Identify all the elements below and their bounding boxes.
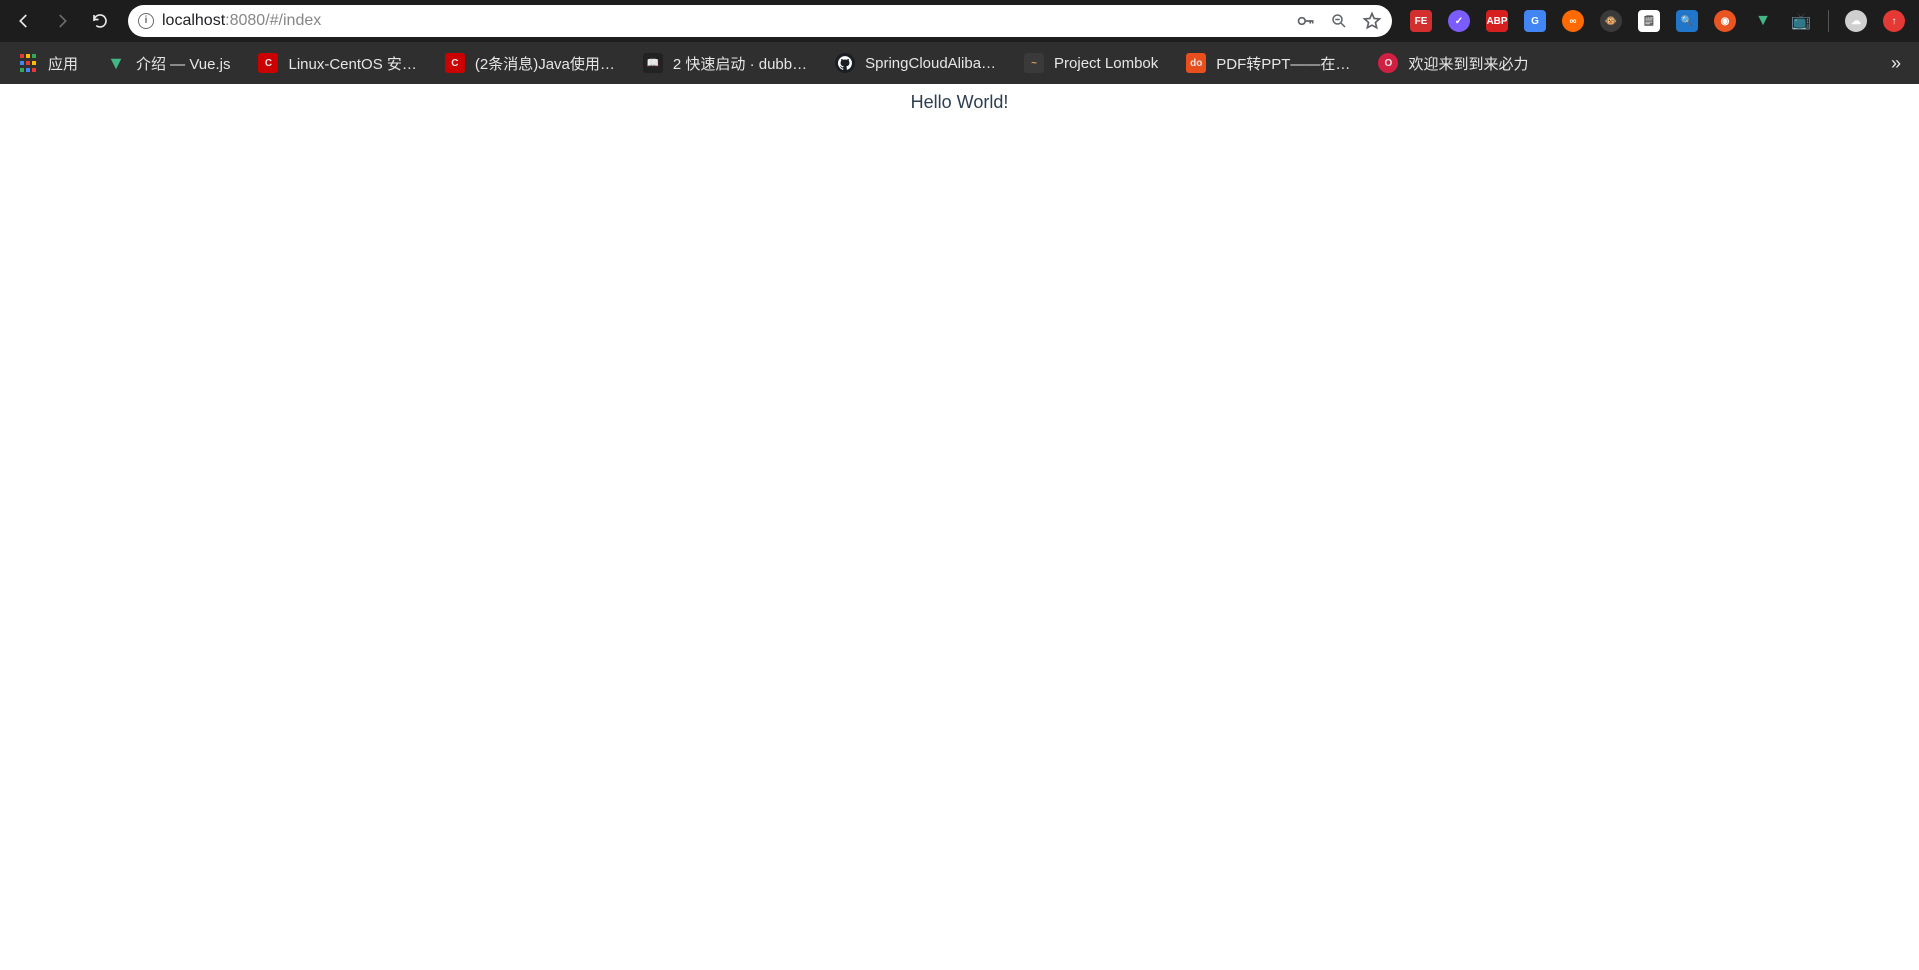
zoom-icon[interactable]: [1330, 12, 1348, 30]
bookmark-spring-alibaba[interactable]: SpringCloudAliba…: [835, 53, 996, 73]
ext-up-icon[interactable]: ↑: [1883, 10, 1905, 32]
bookmark-pdf[interactable]: do PDF转PPT——在…: [1186, 53, 1350, 74]
bookmark-apps[interactable]: 应用: [18, 53, 78, 74]
bookmark-label: 应用: [48, 53, 78, 74]
page-content: Hello World!: [0, 84, 1919, 113]
bookmark-vue[interactable]: ▼ 介绍 — Vue.js: [106, 53, 230, 74]
ext-ce-icon[interactable]: 🔍: [1676, 10, 1698, 32]
ext-abp-icon[interactable]: ABP: [1486, 10, 1508, 32]
bookmark-linux[interactable]: C Linux-CentOS 安…: [258, 53, 416, 74]
csdn-icon: C: [445, 53, 465, 73]
bookmark-label: Project Lombok: [1054, 55, 1158, 72]
browser-nav-bar: i localhost:8080/#/index FE ✓ ABP G ∞ 🐵 …: [0, 0, 1919, 42]
bookmark-label: PDF转PPT——在…: [1216, 53, 1350, 74]
apps-icon: [18, 53, 38, 73]
bookmark-label: 欢迎来到到来必力: [1408, 53, 1528, 74]
reload-button[interactable]: [84, 5, 116, 37]
ext-vue-icon[interactable]: ▼: [1752, 10, 1774, 32]
bookmark-label: 介绍 — Vue.js: [136, 53, 230, 74]
book-icon: 📖: [643, 53, 663, 73]
star-icon[interactable]: [1362, 11, 1382, 31]
site-info-icon[interactable]: i: [138, 13, 154, 29]
ext-ubuntu-icon[interactable]: ◉: [1714, 10, 1736, 32]
hello-world-text: Hello World!: [911, 92, 1009, 113]
address-bar[interactable]: i localhost:8080/#/index: [128, 5, 1392, 37]
github-icon: [835, 53, 855, 73]
ext-separator: [1828, 10, 1829, 32]
do-icon: do: [1186, 53, 1206, 73]
ext-monkey-icon[interactable]: 🐵: [1600, 10, 1622, 32]
csdn-icon: C: [258, 53, 278, 73]
forward-button[interactable]: [46, 5, 78, 37]
bookmark-dubbo[interactable]: 📖 2 快速启动 · dubb…: [643, 53, 807, 74]
ext-infinity-icon[interactable]: ∞: [1562, 10, 1584, 32]
profile-avatar[interactable]: ☁: [1845, 10, 1867, 32]
bookmark-bili[interactable]: O 欢迎来到到来必力: [1378, 53, 1528, 74]
bookmark-label: SpringCloudAliba…: [865, 55, 996, 72]
ext-fe-icon[interactable]: FE: [1410, 10, 1432, 32]
key-icon[interactable]: [1296, 11, 1316, 31]
url-text: localhost:8080/#/index: [162, 12, 1288, 30]
bookmark-label: 2 快速启动 · dubb…: [673, 53, 807, 74]
back-button[interactable]: [8, 5, 40, 37]
bookmark-java[interactable]: C (2条消息)Java使用…: [445, 53, 615, 74]
ext-paper-icon[interactable]: 🗒: [1638, 10, 1660, 32]
omnibox-actions: [1296, 11, 1382, 31]
bookmark-label: (2条消息)Java使用…: [475, 53, 615, 74]
extensions-strip: FE ✓ ABP G ∞ 🐵 🗒 🔍 ◉ ▼ 📺 ☁ ↑: [1404, 10, 1911, 32]
opera-icon: O: [1378, 53, 1398, 73]
ext-tv-icon[interactable]: 📺: [1790, 10, 1812, 32]
bookmark-label: Linux-CentOS 安…: [288, 53, 416, 74]
vue-icon: ▼: [106, 53, 126, 73]
lombok-icon: ~: [1024, 53, 1044, 73]
ext-google-translate-icon[interactable]: G: [1524, 10, 1546, 32]
bookmark-overflow-icon[interactable]: »: [1891, 53, 1901, 74]
bookmark-lombok[interactable]: ~ Project Lombok: [1024, 53, 1158, 73]
ext-check-icon[interactable]: ✓: [1448, 10, 1470, 32]
bookmarks-bar: 应用 ▼ 介绍 — Vue.js C Linux-CentOS 安… C (2条…: [0, 42, 1919, 84]
